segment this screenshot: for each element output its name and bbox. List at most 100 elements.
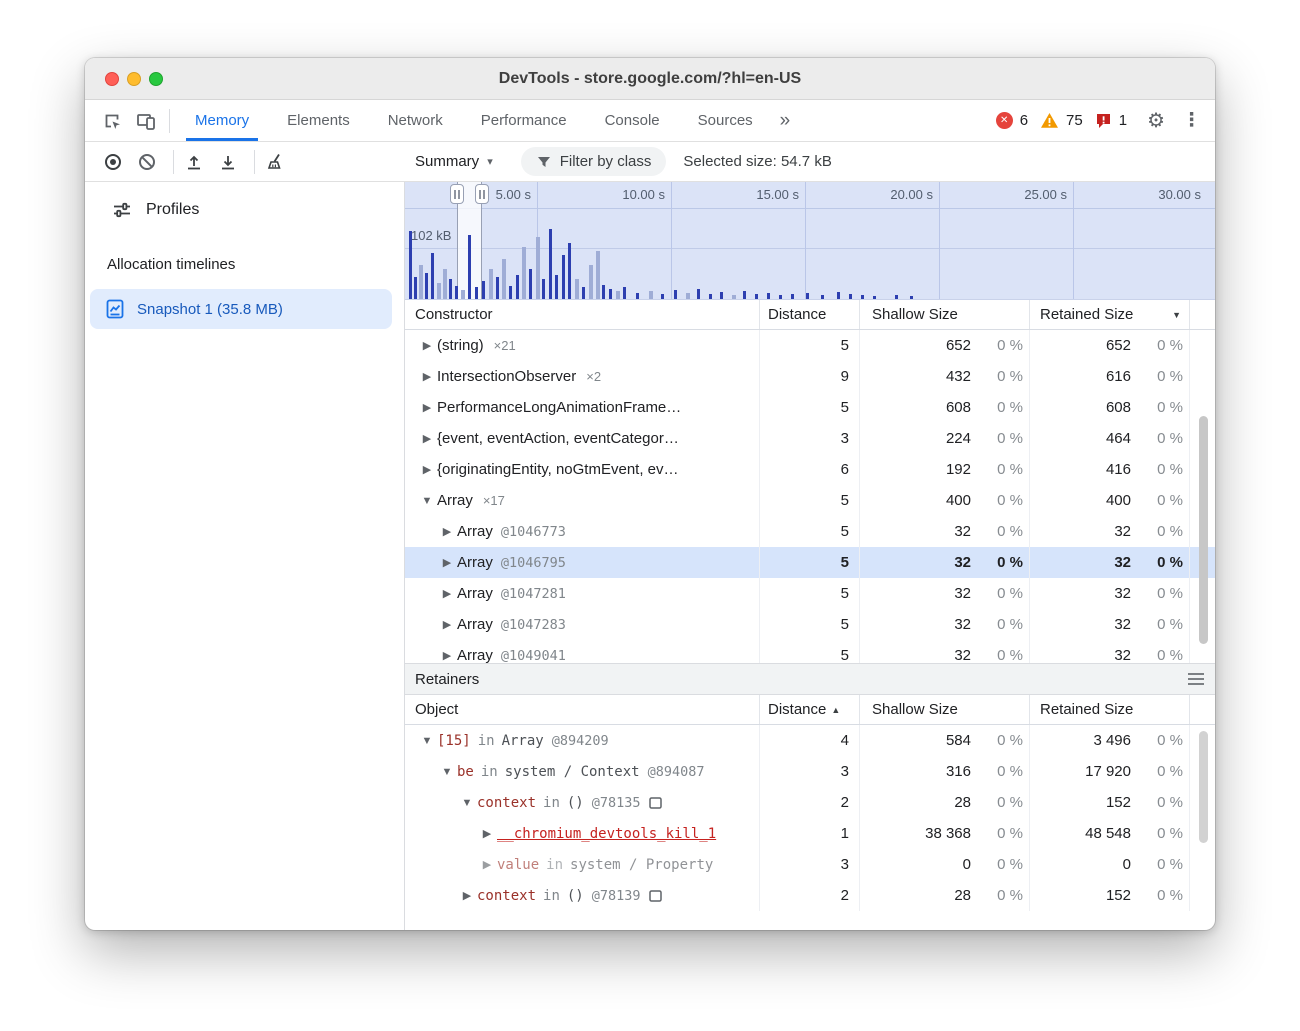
disclosure-arrow-icon[interactable]: ▼ <box>419 735 435 747</box>
constructor-row[interactable]: ▶ {event, eventAction, eventCategor… 3 2… <box>405 423 1215 454</box>
tab-performance[interactable]: Performance <box>462 100 586 141</box>
save-profile-icon[interactable] <box>214 148 242 176</box>
column-header-retained-size[interactable]: Retained Size ▼ <box>1029 300 1189 329</box>
constructor-row[interactable]: ▶ PerformanceLongAnimationFrame… 5 608 0… <box>405 392 1215 423</box>
clear-profiles-icon[interactable] <box>133 148 161 176</box>
instance-count: ×2 <box>586 369 601 384</box>
allocation-bar <box>779 295 782 299</box>
disclosure-arrow-icon[interactable]: ▶ <box>479 858 495 871</box>
constructor-row[interactable]: ▶ IntersectionObserver ×2 9 432 0 % 616 … <box>405 361 1215 392</box>
retained-size-percent: 0 % <box>1131 887 1183 904</box>
constructor-row[interactable]: ▶ (string) ×21 5 652 0 % 652 0 % <box>405 330 1215 361</box>
perspective-select[interactable]: Summary ▾ <box>415 153 493 170</box>
selection-handle-right[interactable] <box>475 184 489 204</box>
chevron-down-icon: ▾ <box>487 155 493 168</box>
tab-network[interactable]: Network <box>369 100 462 141</box>
load-profile-icon[interactable] <box>180 148 208 176</box>
disclosure-arrow-icon[interactable]: ▶ <box>439 587 455 600</box>
retainer-edge-name: __chromium_devtools_kill_1 <box>497 826 716 842</box>
tab-sources[interactable]: Sources <box>679 100 772 141</box>
disclosure-arrow-icon[interactable]: ▶ <box>439 556 455 569</box>
constructor-row[interactable]: ▶ Array @1047281 5 32 0 % 32 0 % <box>405 578 1215 609</box>
close-window-button[interactable] <box>105 72 119 86</box>
keyword-in: in <box>543 795 560 811</box>
issues-count[interactable]: 1 <box>1119 112 1127 129</box>
disclosure-arrow-icon[interactable]: ▶ <box>419 370 435 383</box>
collect-garbage-broom-icon[interactable] <box>261 148 289 176</box>
vertical-scrollbar[interactable] <box>1199 416 1208 644</box>
retained-size-cell: 152 0 % <box>1029 787 1189 818</box>
divider <box>169 109 170 133</box>
disclosure-arrow-icon[interactable]: ▶ <box>439 618 455 631</box>
allocation-bar <box>609 289 612 299</box>
device-toolbar-icon[interactable] <box>129 106 163 136</box>
sidebar-item-snapshot-1[interactable]: Snapshot 1 (35.8 MB) <box>90 289 392 329</box>
column-header-constructor[interactable]: Constructor <box>405 300 759 329</box>
more-options-icon[interactable]: ⋮ <box>1182 109 1201 132</box>
allocation-bar <box>542 279 545 299</box>
allocation-bar <box>649 291 653 299</box>
column-header-shallow-size[interactable]: Shallow Size <box>859 300 1029 329</box>
disclosure-arrow-icon[interactable]: ▶ <box>419 401 435 414</box>
constructor-row[interactable]: ▶ {originatingEntity, noGtmEvent, ev… 6 … <box>405 454 1215 485</box>
issues-icon[interactable] <box>1095 112 1112 129</box>
constructor-row[interactable]: ▶ Array @1046795 5 32 0 % 32 0 % <box>405 547 1215 578</box>
column-header-distance[interactable]: Distance ▲ <box>759 695 859 724</box>
function-location-icon[interactable] <box>649 797 662 809</box>
warning-count-icon[interactable] <box>1040 112 1059 129</box>
retainer-row[interactable]: ▼ be in system / Context @894087 3 316 0… <box>405 756 1215 787</box>
retainer-row[interactable]: ▶ value in system / Property 3 0 0 % 0 0… <box>405 849 1215 880</box>
disclosure-arrow-icon[interactable]: ▶ <box>459 889 475 902</box>
selected-size-label: Selected size: 54.7 kB <box>683 153 831 170</box>
retained-size-cell: 32 0 % <box>1029 578 1189 609</box>
column-header-retained-size[interactable]: Retained Size <box>1029 695 1189 724</box>
column-header-distance[interactable]: Distance <box>759 300 859 329</box>
allocation-bar <box>636 293 639 299</box>
disclosure-arrow-icon[interactable]: ▶ <box>419 463 435 476</box>
function-location-icon[interactable] <box>649 890 662 902</box>
inspect-element-icon[interactable] <box>95 106 129 136</box>
retainer-row[interactable]: ▶ context in () @78139 2 28 0 % 152 0 % <box>405 880 1215 911</box>
retainer-row[interactable]: ▼ [15] in Array @894209 4 584 0 % 3 496 … <box>405 725 1215 756</box>
settings-gear-icon[interactable]: ⚙ <box>1147 108 1165 133</box>
tab-memory[interactable]: Memory <box>176 100 268 141</box>
divider <box>254 150 255 174</box>
tab-elements[interactable]: Elements <box>268 100 369 141</box>
record-heap-icon[interactable] <box>99 148 127 176</box>
disclosure-arrow-icon[interactable]: ▶ <box>439 649 455 662</box>
minimize-window-button[interactable] <box>127 72 141 86</box>
retainer-row[interactable]: ▶ __chromium_devtools_kill_1 1 38 368 0 … <box>405 818 1215 849</box>
constructor-row[interactable]: ▶ Array @1046773 5 32 0 % 32 0 % <box>405 516 1215 547</box>
column-header-shallow-size[interactable]: Shallow Size <box>859 695 1029 724</box>
error-count-icon[interactable]: ✕ <box>996 112 1013 129</box>
distance-value: 5 <box>759 392 859 423</box>
disclosure-arrow-icon[interactable]: ▶ <box>419 432 435 445</box>
retainers-menu-icon[interactable] <box>1187 672 1205 686</box>
disclosure-arrow-icon[interactable]: ▼ <box>459 797 475 809</box>
error-count[interactable]: 6 <box>1020 112 1028 129</box>
column-header-object[interactable]: Object <box>405 695 759 724</box>
disclosure-arrow-icon[interactable]: ▶ <box>479 827 495 840</box>
selection-handle-left[interactable] <box>450 184 464 204</box>
tab-console[interactable]: Console <box>586 100 679 141</box>
timeline-overview[interactable]: 102 kB 5.00 s10.00 s15.00 s20.00 s25.00 … <box>405 182 1215 300</box>
zoom-window-button[interactable] <box>149 72 163 86</box>
retained-size-value: 32 <box>1114 647 1131 663</box>
allocation-bar <box>549 229 552 299</box>
retainer-row[interactable]: ▼ context in () @78135 2 28 0 % 152 0 % <box>405 787 1215 818</box>
shallow-size-value: 400 <box>946 492 971 509</box>
disclosure-arrow-icon[interactable]: ▶ <box>439 525 455 538</box>
vertical-scrollbar[interactable] <box>1199 731 1208 843</box>
disclosure-arrow-icon[interactable]: ▶ <box>419 339 435 352</box>
constructor-row[interactable]: ▼ Array ×17 5 400 0 % 400 0 % <box>405 485 1215 516</box>
constructor-row[interactable]: ▶ Array @1049041 5 32 0 % 32 0 % <box>405 640 1215 663</box>
shallow-size-value: 32 <box>954 585 971 602</box>
more-tabs-icon[interactable]: » <box>772 110 799 132</box>
constructor-row[interactable]: ▶ Array @1047283 5 32 0 % 32 0 % <box>405 609 1215 640</box>
class-filter-input[interactable]: Filter by class <box>521 147 667 176</box>
retainers-title: Retainers <box>415 671 479 688</box>
disclosure-arrow-icon[interactable]: ▼ <box>439 766 455 778</box>
titlebar[interactable]: DevTools - store.google.com/?hl=en-US <box>85 58 1215 100</box>
disclosure-arrow-icon[interactable]: ▼ <box>419 495 435 507</box>
warning-count[interactable]: 75 <box>1066 112 1083 129</box>
